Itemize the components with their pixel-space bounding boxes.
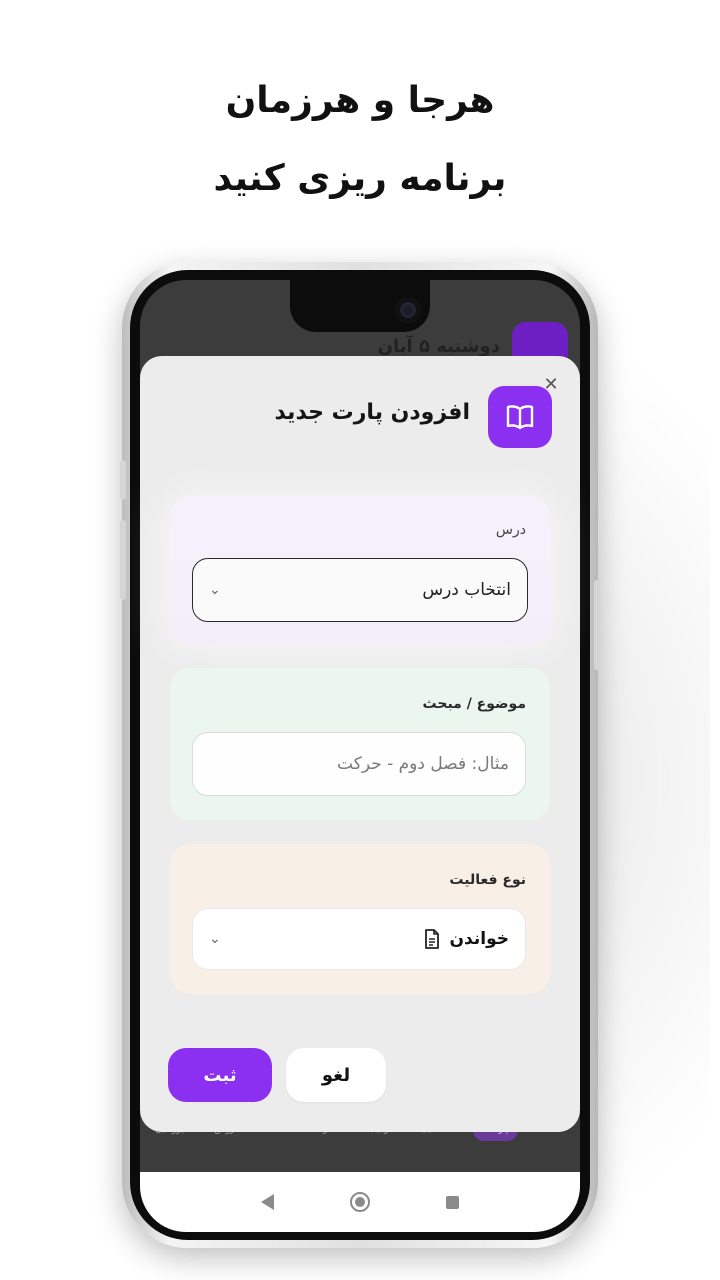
volume-up-button	[120, 460, 126, 500]
topic-label: موضوع / مبحث	[422, 696, 526, 712]
cancel-button[interactable]: لغو	[286, 1048, 386, 1102]
volume-down-button	[120, 520, 126, 600]
power-button	[594, 580, 600, 670]
submit-button[interactable]: ثبت	[168, 1048, 272, 1102]
activity-label: نوع فعالیت	[449, 872, 526, 888]
activity-select-value: خواندن	[449, 929, 509, 949]
lesson-select-value: انتخاب درس	[422, 580, 511, 600]
bg-header-title: دوشنبه ۵ آبان	[377, 336, 500, 357]
lesson-select[interactable]: انتخاب درس ⌄	[192, 558, 528, 622]
promo-headline: هرجا و هرزمان برنامه ریزی کنید	[0, 62, 720, 218]
lesson-card: درس انتخاب درس ⌄	[170, 496, 550, 644]
topic-card: موضوع / مبحث	[170, 668, 550, 820]
topic-input[interactable]	[192, 732, 526, 796]
chevron-down-icon: ⌄	[209, 931, 221, 947]
chevron-down-icon: ⌄	[209, 582, 221, 598]
add-part-modal: ✕ افزودن پارت جدید درس انتخاب درس ⌄ موضو…	[140, 356, 580, 1132]
activity-select[interactable]: خواندن ⌄	[192, 908, 526, 970]
home-icon[interactable]	[350, 1192, 370, 1212]
document-icon	[424, 929, 440, 949]
activity-card: نوع فعالیت خواندن ⌄	[170, 844, 550, 994]
front-camera	[395, 297, 421, 323]
system-nav-bar	[140, 1172, 580, 1232]
back-icon[interactable]	[261, 1194, 274, 1210]
book-open-icon	[488, 386, 552, 448]
promo-line-1: هرجا و هرزمان	[225, 80, 495, 121]
recent-apps-icon[interactable]	[446, 1195, 459, 1209]
promo-line-2: برنامه ریزی کنید	[213, 158, 507, 199]
lesson-label: درس	[495, 522, 526, 538]
modal-title: افزودن پارت جدید	[274, 400, 470, 425]
